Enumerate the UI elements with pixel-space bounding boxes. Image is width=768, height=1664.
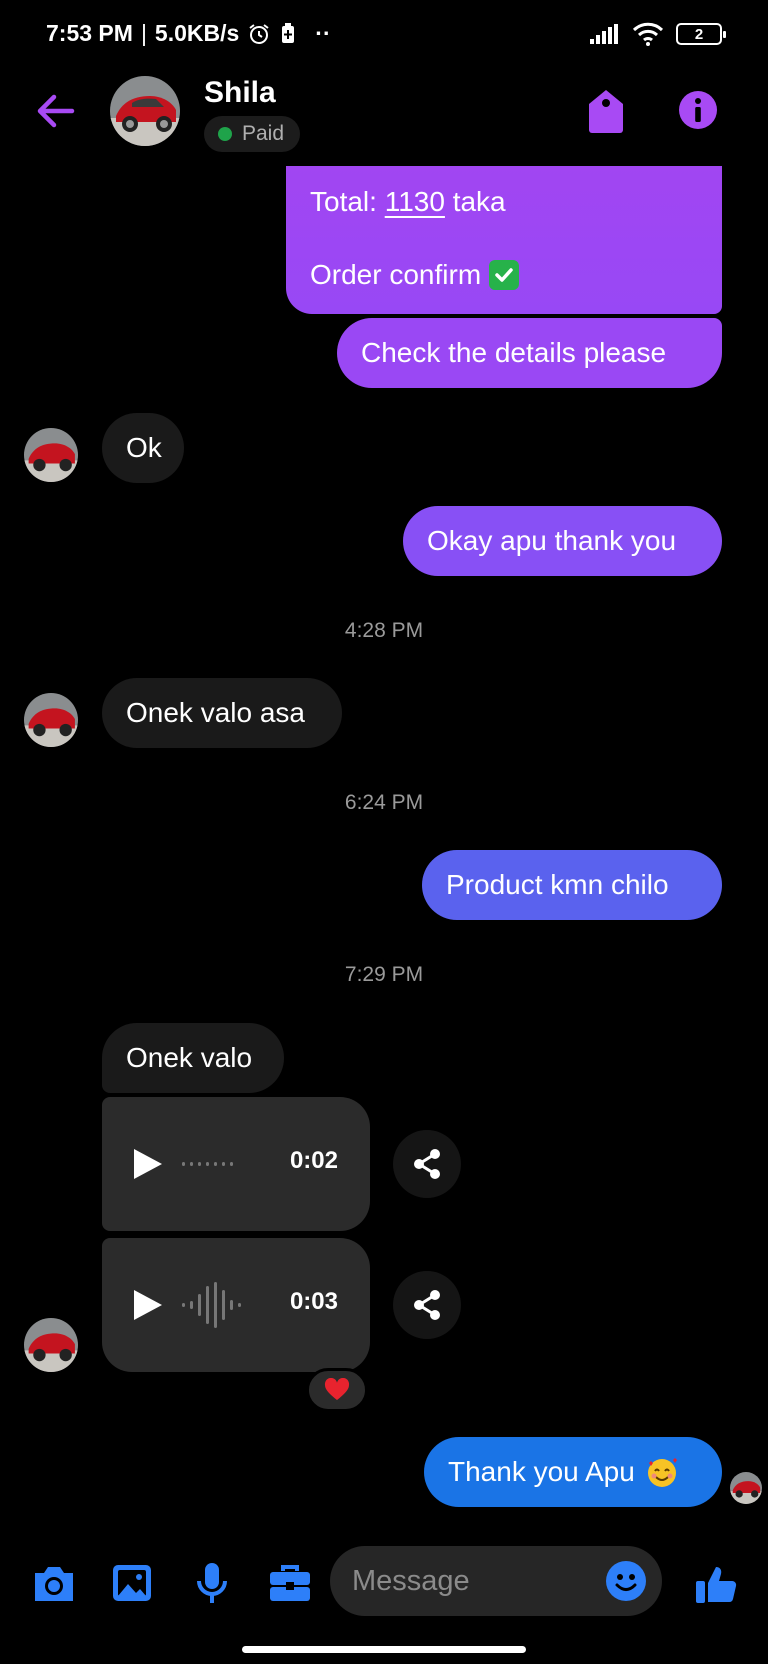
message-text: Okay apu thank you bbox=[427, 525, 677, 557]
briefcase-icon bbox=[270, 1565, 310, 1601]
alarm-icon bbox=[249, 23, 269, 44]
message-text: Onek valo asa bbox=[126, 697, 305, 729]
status-bar: 7:53 PM | 5.0KB/s ·· 2 bbox=[0, 0, 768, 70]
chat-header: Shila Paid bbox=[0, 70, 768, 160]
home-indicator[interactable] bbox=[242, 1646, 526, 1653]
voice-message-2[interactable]: 0:03 bbox=[102, 1238, 370, 1372]
back-arrow-icon bbox=[37, 94, 75, 128]
timestamp-divider: 4:28 PM bbox=[344, 619, 424, 642]
business-tools-button[interactable] bbox=[266, 1560, 314, 1606]
smiling-face-with-hearts-emoji bbox=[647, 1458, 677, 1487]
voice-duration: 0:03 bbox=[289, 1288, 338, 1315]
order-total-line: Total: 1130 taka bbox=[310, 186, 506, 218]
thumbs-up-icon bbox=[696, 1567, 737, 1603]
battery-saver-icon bbox=[282, 22, 295, 43]
share-button[interactable] bbox=[393, 1271, 461, 1339]
info-icon bbox=[679, 91, 717, 129]
emoji-icon bbox=[615, 1574, 637, 1591]
share-button[interactable] bbox=[393, 1130, 461, 1198]
message-text: Check the details please bbox=[361, 337, 667, 369]
waveform bbox=[182, 1278, 241, 1332]
timestamp-divider: 6:24 PM bbox=[344, 791, 424, 814]
order-confirm-text: Order confirm bbox=[310, 259, 482, 290]
status-time: 7:53 PM bbox=[46, 20, 133, 46]
wifi-icon bbox=[632, 22, 664, 46]
like-button[interactable] bbox=[692, 1560, 740, 1606]
label-dot bbox=[218, 127, 232, 141]
play-icon[interactable] bbox=[132, 1288, 164, 1322]
tag-button[interactable] bbox=[586, 88, 626, 134]
microphone-button[interactable] bbox=[188, 1560, 236, 1606]
message-text: Thank you Apu bbox=[448, 1456, 635, 1488]
contact-avatar-small[interactable] bbox=[24, 1318, 78, 1372]
gallery-button[interactable] bbox=[108, 1560, 156, 1606]
message-bubble-check-details[interactable]: Check the details please bbox=[337, 318, 722, 388]
emoji-button[interactable] bbox=[606, 1561, 646, 1601]
share-icon bbox=[414, 1290, 440, 1320]
message-input-container[interactable] bbox=[330, 1546, 662, 1616]
total-prefix: Total: bbox=[310, 186, 385, 217]
network-speed: 5.0KB/s bbox=[154, 20, 240, 46]
battery-level: 2 bbox=[694, 25, 704, 43]
status-left: 7:53 PM | 5.0KB/s ·· bbox=[46, 20, 331, 47]
message-bubble-onek-valo[interactable]: Onek valo bbox=[102, 1023, 284, 1093]
tag-icon bbox=[589, 90, 623, 133]
camera-icon bbox=[35, 1567, 73, 1601]
order-confirm-line: Order confirm bbox=[310, 259, 520, 291]
voice-duration: 0:02 bbox=[289, 1147, 338, 1174]
message-text: Product kmn chilo bbox=[446, 869, 669, 901]
status-right: 2 bbox=[590, 22, 726, 46]
label-badge[interactable]: Paid bbox=[204, 116, 301, 152]
heart-icon bbox=[324, 1378, 350, 1400]
message-bubble-product[interactable]: Product kmn chilo bbox=[422, 850, 722, 920]
contact-name[interactable]: Shila bbox=[204, 76, 276, 110]
total-suffix: taka bbox=[444, 186, 506, 217]
play-icon[interactable] bbox=[132, 1147, 164, 1181]
message-bubble-order[interactable]: Total: 1130 taka Order confirm bbox=[286, 166, 722, 314]
more-notifications: ·· bbox=[315, 20, 331, 46]
voice-message-1[interactable]: 0:02 bbox=[102, 1097, 370, 1231]
camera-button[interactable] bbox=[30, 1560, 78, 1606]
status-separator: | bbox=[140, 20, 147, 46]
image-icon bbox=[113, 1565, 151, 1601]
contact-avatar[interactable] bbox=[110, 76, 180, 146]
info-button[interactable] bbox=[678, 90, 718, 130]
check-mark-emoji bbox=[489, 260, 520, 290]
message-input[interactable] bbox=[352, 1546, 592, 1616]
message-bubble-ok[interactable]: Ok bbox=[102, 413, 184, 483]
waveform bbox=[182, 1137, 233, 1191]
back-button[interactable] bbox=[34, 90, 76, 132]
contact-avatar-small[interactable] bbox=[24, 428, 78, 482]
total-amount[interactable]: 1130 bbox=[385, 186, 445, 217]
message-bubble-thank-you[interactable]: Thank you Apu bbox=[424, 1437, 722, 1507]
share-icon bbox=[414, 1149, 440, 1179]
seen-avatar bbox=[730, 1472, 762, 1504]
contact-avatar-small[interactable] bbox=[24, 693, 78, 747]
battery-icon: 2 bbox=[676, 23, 726, 45]
message-text: Onek valo bbox=[126, 1042, 253, 1074]
message-bubble-onek-valo-asa[interactable]: Onek valo asa bbox=[102, 678, 342, 748]
label-text: Paid bbox=[242, 122, 285, 145]
message-bubble-okay-apu[interactable]: Okay apu thank you bbox=[403, 506, 722, 576]
message-text: Ok bbox=[126, 432, 162, 464]
microphone-icon bbox=[197, 1563, 227, 1603]
reaction-badge[interactable] bbox=[306, 1368, 368, 1412]
timestamp-divider: 7:29 PM bbox=[344, 963, 424, 986]
signal-icon bbox=[590, 24, 618, 44]
message-composer bbox=[0, 1540, 768, 1626]
